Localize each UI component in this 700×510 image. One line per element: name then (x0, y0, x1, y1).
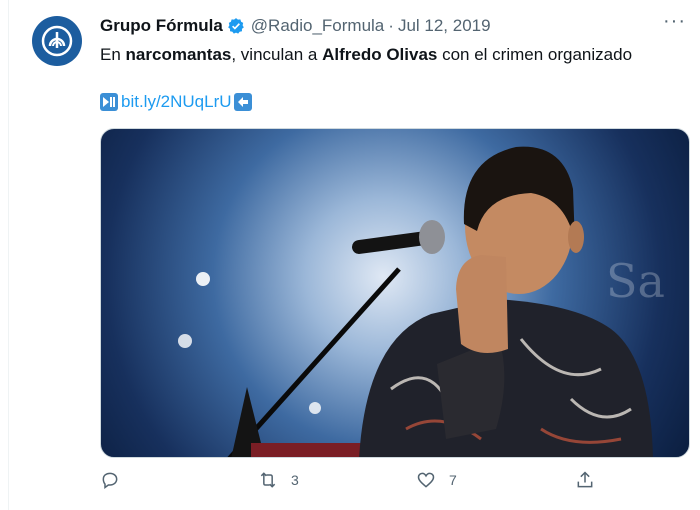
verified-badge-icon (227, 17, 245, 35)
retweet-icon (260, 472, 276, 488)
tweet-actions: 3 7 (100, 470, 684, 498)
like-count: 7 (449, 472, 457, 488)
avatar[interactable] (32, 16, 82, 66)
tweet-date[interactable]: Jul 12, 2019 (398, 16, 491, 36)
concert-photo: Sa (178, 146, 665, 457)
like-icon (417, 472, 435, 488)
reply-icon (102, 472, 118, 489)
text-part: con el crimen organizado (437, 45, 633, 64)
author-name[interactable]: Grupo Fórmula (100, 16, 223, 36)
tweet-text: En narcomantas, vinculan a Alfredo Oliva… (100, 44, 632, 66)
tweet-link[interactable]: bit.ly/2NUqLrU (121, 92, 232, 112)
text-part: , vinculan a (231, 45, 323, 64)
author-handle[interactable]: @Radio_Formula (251, 16, 384, 36)
text-bold: narcomantas (125, 45, 232, 64)
share-icon (577, 471, 593, 488)
grupo-formula-logo-icon (41, 25, 73, 57)
text-part: En (100, 45, 126, 64)
more-options-icon[interactable]: ··· (663, 10, 686, 33)
link-row: bit.ly/2NUqLrU (100, 90, 252, 114)
share-action[interactable] (575, 470, 595, 490)
svg-text:Sa: Sa (606, 254, 665, 308)
left-arrow-emoji-icon (233, 93, 252, 111)
tweet-header: Grupo Fórmula @Radio_Formula · Jul 12, 2… (100, 14, 684, 38)
reply-action[interactable] (100, 470, 132, 490)
tweet-media-image[interactable]: Sa (100, 128, 690, 458)
like-action[interactable]: 7 (415, 470, 457, 490)
separator-dot: · (388, 16, 394, 35)
timeline-divider (8, 0, 9, 510)
play-pause-emoji-icon (100, 93, 118, 111)
text-bold: Alfredo Olivas (322, 45, 438, 64)
retweet-action[interactable]: 3 (257, 470, 299, 490)
retweet-count: 3 (291, 472, 299, 488)
